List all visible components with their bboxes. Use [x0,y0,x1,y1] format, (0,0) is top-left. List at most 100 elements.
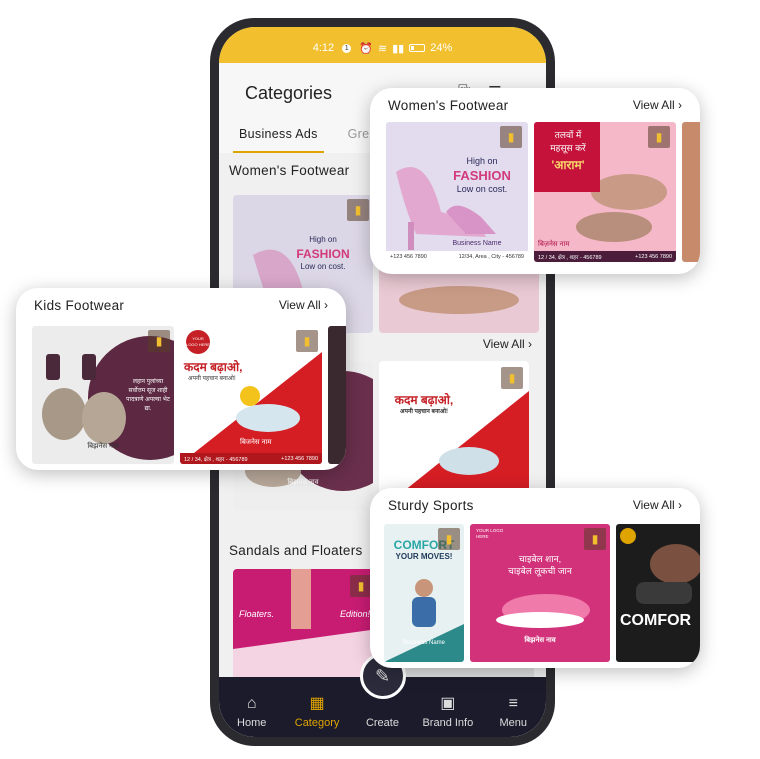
tab-business-ads[interactable]: Business Ads [233,121,324,153]
bookmark-icon[interactable]: ▮ [648,126,670,148]
card-headline-2: महसूस करें [550,143,586,153]
card-subline: अपनी पहचान बनाओ! [188,376,236,382]
bottom-navigation: ✎ ⌂ Home ▦ Category ·Create ▣ Brand Info ≡ M… [219,653,546,737]
alarm-icon: ⏰ [359,42,373,55]
nav-label: Brand Info [422,717,474,729]
card-business-name: Business Name [452,240,502,247]
nav-label: Create [365,717,399,729]
nav-category[interactable]: ▦ Category [289,695,345,729]
notification-count-badge: 1 [342,43,352,53]
bookmark-icon[interactable]: ▮ [438,528,460,550]
card-address: 12/34, Area , City - 456789 [458,253,524,260]
battery-icon [409,44,426,52]
template-card[interactable]: लहान पुलांच्या सर्वोत्तम सूज शाही पादत्र… [32,326,174,464]
card-address: 12 / 34, क्षेत्र , शहर - 456789 [184,456,248,463]
nav-home[interactable]: ⌂ Home [224,695,280,729]
nav-brand-info[interactable]: ▣ Brand Info [420,695,476,729]
section-title-sandals: Sandals and Floaters [229,543,363,558]
card-business-name: बिझनेस नाव [524,637,556,644]
template-card-partial[interactable] [682,122,700,262]
card-subline: Edition! [339,609,370,619]
card-address: 12 / 34, क्षेत्र , शहर - 456789 [538,254,602,261]
menu-icon: ≡ [508,695,518,712]
card-footer: +123 456 7890 12/34, Area , City - 45678… [386,251,528,262]
card-headline-accent: FASHION [453,168,511,183]
card-headline: Floaters. [239,609,275,619]
template-card[interactable]: YOUR LOGO HERE चाइबेल शान, चाइबेल लूकची … [470,524,610,662]
view-all-label: View All [632,498,675,512]
card-business-name: बिजनेस नाम [240,439,272,446]
template-card[interactable]: COMFORT YOUR MOVES! Business Name ▮ [384,524,464,662]
popup-kids-footwear: Kids Footwear View All › लहान पुलांच्या … [16,288,346,470]
card-headline: High on [466,156,498,166]
nav-label: Category [294,717,340,729]
card-business-name: बिझनेस नाव [87,443,119,450]
home-icon: ⌂ [246,695,257,712]
view-all-link[interactable]: View All › [633,498,682,512]
card-footer: 12 / 34, क्षेत्र , शहर - 456789 +123 456… [180,453,322,464]
section-title-womens-footwear: Women's Footwear [229,163,350,178]
card-footer: 12 / 34, क्षेत्र , शहर - 456789 +123 456… [534,251,676,262]
popup-sturdy-sports: Sturdy Sports View All › COMFORT YOUR MO… [370,488,700,668]
status-bar: 4:12 1 ⏰ ≋ ▮▮ 24% [219,27,546,63]
card-business-name: बिझनेस नाव [287,479,319,486]
logo-badge [620,528,636,544]
battery-level: 24% [430,42,453,54]
card-business-name: बिज़नेस नाम [538,241,570,248]
card-subline: Low on cost. [300,262,346,271]
briefcase-icon: ▣ [440,695,456,712]
bookmark-icon[interactable]: ▮ [347,199,369,221]
bookmark-icon[interactable]: ▮ [500,126,522,148]
card-headline: तलवों में [554,130,582,140]
bookmark-icon[interactable]: ▮ [501,367,523,389]
template-card[interactable]: Floaters. Edition! ▮ [233,569,378,689]
logo-placeholder: YOUR LOGO HERE [186,330,210,354]
view-all-link[interactable]: View All › [279,298,328,312]
create-icon: ✎ [374,666,391,686]
nav-create[interactable]: ·Create [354,695,410,729]
bookmark-icon[interactable]: ▮ [296,330,318,352]
card-business-name: Business Name [402,640,446,646]
template-card[interactable]: YOUR LOGO HERE कदम बढ़ाओ, अपनी पहचान बना… [180,326,322,464]
view-all-link[interactable]: View All › [483,337,532,351]
card-subline: चाइबेल लूकची जान [508,566,572,576]
card-headline-accent: 'आराम' [551,158,585,172]
card-headline: कदम बढ़ाओ, [394,393,454,407]
card-headline-accent: FASHION [296,247,350,261]
popup-title: Sturdy Sports [388,498,474,513]
nav-label: Home [237,717,267,729]
template-card[interactable]: तलवों में महसूस करें 'आराम' बिज़नेस नाम … [534,122,676,262]
promo-canvas: 4:12 1 ⏰ ≋ ▮▮ 24% Categories ⎘ ☰ ⌕ [0,0,760,759]
view-all-label: View All [632,98,675,112]
category-icon: ▦ [309,695,325,712]
logo-placeholder: YOUR LOGO HERE [476,528,504,539]
card-headline: कदम बढ़ाओ, [184,360,243,374]
popup-title: Women's Footwear [388,98,509,113]
view-all-link[interactable]: View All › [633,98,682,112]
card-phone: +123 456 7890 [635,253,672,260]
status-time: 4:12 [312,42,335,54]
hands-lacing-shoe-illustration [636,544,700,604]
popup-womens-footwear: Women's Footwear View All › High on FASH… [370,88,700,274]
template-card[interactable]: High on FASHION Low on cost. Business Na… [386,122,528,262]
page-title: Categories [245,83,333,103]
template-card[interactable]: COMFOR [616,524,700,662]
template-card-partial[interactable] [328,326,346,464]
card-headline: COMFOR [620,612,692,629]
status-icons: ⏰ ≋ ▮▮ 24% [359,42,452,55]
signal-icon: ▮▮ [392,42,405,55]
nav-menu[interactable]: ≡ Menu [485,695,541,729]
bookmark-icon[interactable]: ▮ [584,528,606,550]
view-all-label: View All [482,337,525,351]
card-text: लहान पुलांच्या सर्वोत्तम सूज शाही पादत्र… [126,379,170,412]
card-subline: YOUR MOVES! [395,552,453,561]
card-phone: +123 456 7890 [281,455,318,462]
bookmark-icon[interactable]: ▮ [350,575,372,597]
wifi-icon: ≋ [377,42,388,55]
card-subline: Low on cost. [456,184,508,194]
bookmark-icon[interactable]: ▮ [148,330,170,352]
card-subline: अपनी पहचान बनाओ! [400,409,448,415]
card-phone: +123 456 7890 [390,253,427,260]
popup-title: Kids Footwear [34,298,125,313]
card-headline: High on [309,235,337,244]
